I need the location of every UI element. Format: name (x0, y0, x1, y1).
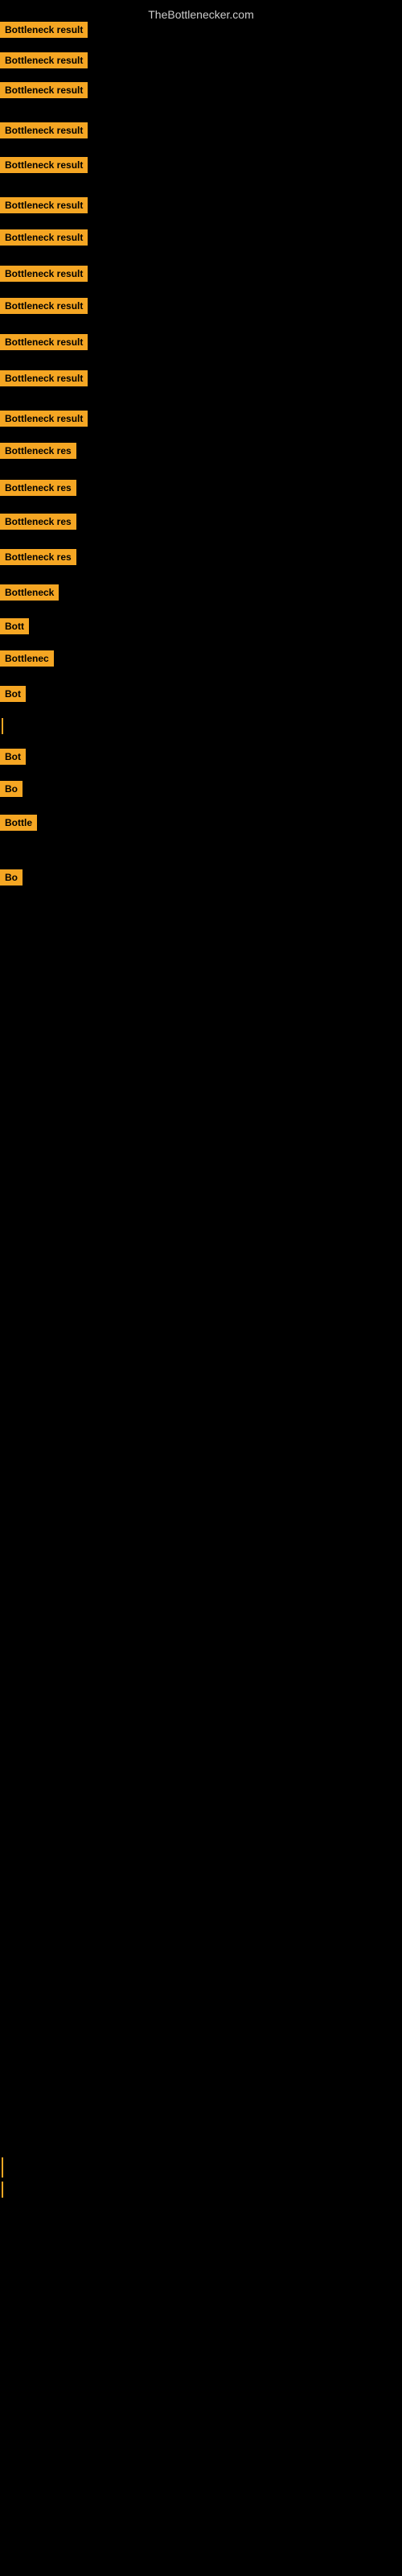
bottleneck-badge: Bottleneck result (0, 197, 88, 213)
bottleneck-badge: Bo (0, 781, 23, 797)
bottleneck-badge: Bottleneck result (0, 298, 88, 314)
bottleneck-badge: Bottleneck result (0, 22, 88, 38)
bottleneck-badge: Bott (0, 618, 29, 634)
bottleneck-badge: Bottleneck result (0, 334, 88, 350)
vertical-line (2, 2182, 3, 2198)
bottleneck-badge: Bottleneck res (0, 549, 76, 565)
bottleneck-badge: Bottleneck result (0, 266, 88, 282)
bottleneck-badge: Bottleneck result (0, 82, 88, 98)
bottleneck-badge: Bot (0, 686, 26, 702)
bottleneck-badge: Bottle (0, 815, 37, 831)
bottleneck-badge: Bottleneck res (0, 480, 76, 496)
bottleneck-badge: Bottleneck result (0, 157, 88, 173)
bottleneck-badge: Bottleneck result (0, 411, 88, 427)
bottleneck-badge: Bottlenec (0, 650, 54, 667)
vertical-line (2, 718, 3, 734)
bottleneck-badge: Bottleneck result (0, 122, 88, 138)
bottleneck-badge: Bottleneck result (0, 229, 88, 246)
bottleneck-badge: Bottleneck result (0, 52, 88, 68)
bottleneck-badge: Bottleneck (0, 584, 59, 601)
bottleneck-badge: Bot (0, 749, 26, 765)
bottleneck-badge: Bottleneck res (0, 443, 76, 459)
bottleneck-badge: Bottleneck res (0, 514, 76, 530)
vertical-line (2, 2157, 3, 2178)
bottleneck-badge: Bo (0, 869, 23, 886)
bottleneck-badge: Bottleneck result (0, 370, 88, 386)
